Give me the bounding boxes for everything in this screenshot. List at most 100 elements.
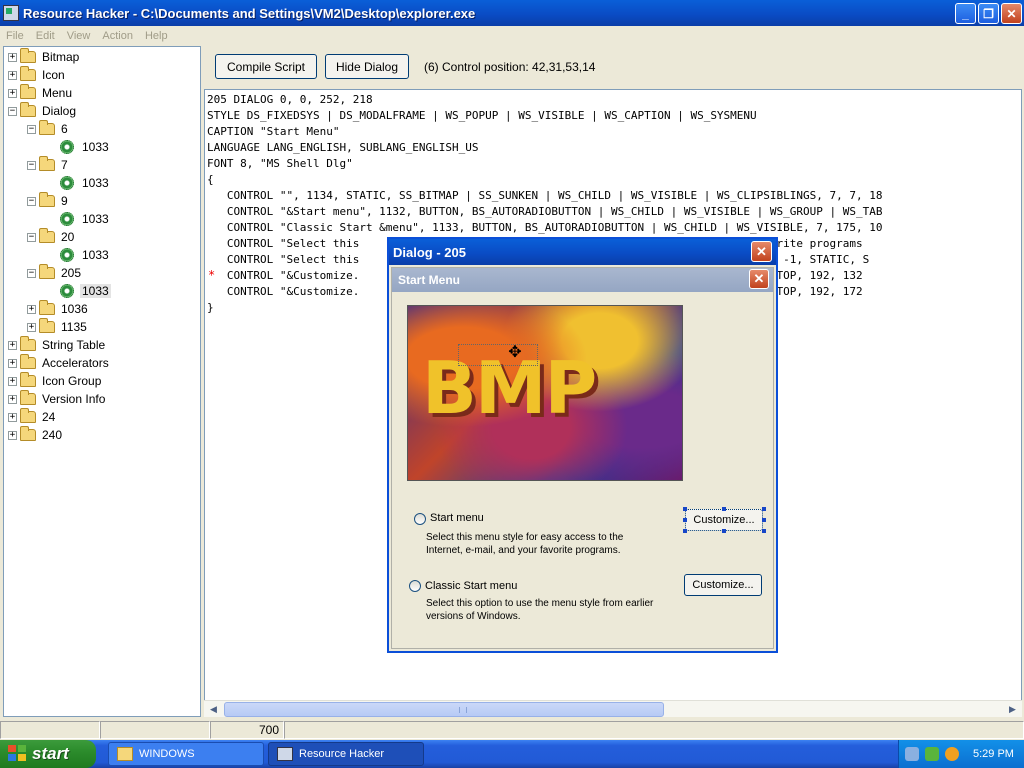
- tree-node[interactable]: + Icon: [8, 66, 67, 84]
- network-icon[interactable]: [905, 747, 919, 761]
- tree-node-label[interactable]: 1033: [80, 248, 111, 262]
- tree-node-label[interactable]: Icon Group: [40, 374, 103, 388]
- tree-node[interactable]: + Accelerators: [8, 354, 111, 372]
- tree-node-label[interactable]: 24: [40, 410, 57, 424]
- tree-expander-icon[interactable]: +: [8, 394, 17, 404]
- tree-node[interactable]: + Icon Group: [8, 372, 103, 390]
- tree-node-label[interactable]: 1135: [59, 320, 89, 334]
- bitmap-control[interactable]: BMP ✥: [407, 305, 683, 481]
- tree-node-label[interactable]: Version Info: [40, 392, 107, 406]
- tree-node[interactable]: + Version Info: [8, 390, 107, 408]
- tree-node-label[interactable]: 205: [59, 266, 83, 280]
- selection-handle[interactable]: [762, 507, 766, 511]
- tree-expander-icon[interactable]: +: [8, 70, 17, 80]
- app-icon[interactable]: [3, 5, 19, 21]
- start-menu-title-bar[interactable]: Start Menu ✕: [392, 268, 773, 292]
- hide-dialog-button[interactable]: Hide Dialog: [325, 54, 409, 79]
- tree-node[interactable]: + Bitmap: [8, 48, 81, 66]
- tree-node-label[interactable]: String Table: [40, 338, 107, 352]
- close-button[interactable]: ✕: [1001, 3, 1022, 24]
- tree-expander-icon[interactable]: +: [8, 376, 17, 386]
- classic-start-menu-radio[interactable]: [409, 580, 421, 592]
- search-icon[interactable]: [945, 747, 959, 761]
- menu-action[interactable]: Action: [96, 30, 139, 42]
- customize-button-2[interactable]: Customize...: [684, 574, 762, 596]
- customize-button-1[interactable]: Customize...: [685, 509, 763, 531]
- tree-node[interactable]: + Menu: [8, 84, 74, 102]
- tree-node-label[interactable]: Menu: [40, 86, 74, 100]
- tree-expander-icon[interactable]: −: [27, 232, 36, 242]
- tree-node[interactable]: − 20: [27, 228, 76, 246]
- dialog-close-button[interactable]: ✕: [751, 241, 772, 262]
- minimize-button[interactable]: _: [955, 3, 976, 24]
- start-button[interactable]: start: [0, 740, 96, 768]
- tree-expander-icon[interactable]: +: [8, 340, 17, 350]
- tree-node[interactable]: −7: [27, 156, 70, 174]
- tree-expander-icon[interactable]: −: [27, 160, 36, 170]
- selection-handle[interactable]: [722, 507, 726, 511]
- tree-node[interactable]: + String Table: [8, 336, 107, 354]
- title-bar[interactable]: Resource Hacker - C:\Documents and Setti…: [0, 0, 1024, 26]
- tree-node-label[interactable]: 6: [59, 122, 70, 136]
- tree-node-label[interactable]: 240: [40, 428, 64, 442]
- dialog-title-bar[interactable]: Dialog - 205 ✕: [389, 239, 776, 265]
- horizontal-scrollbar[interactable]: ◀ ▶: [204, 700, 1022, 717]
- start-menu-option-label[interactable]: Start menu: [430, 512, 484, 524]
- tree-expander-icon[interactable]: +: [27, 304, 36, 314]
- tree-node-label[interactable]: 20: [59, 230, 76, 244]
- tree-node-label[interactable]: 9: [59, 194, 70, 208]
- tree-node[interactable]: +1135: [27, 318, 89, 336]
- tree-node[interactable]: +24: [8, 408, 57, 426]
- selection-handle[interactable]: [762, 518, 766, 522]
- tree-expander-icon[interactable]: −: [8, 106, 17, 116]
- tree-expander-icon[interactable]: −: [27, 196, 36, 206]
- tree-expander-icon[interactable]: +: [8, 88, 17, 98]
- menu-view[interactable]: View: [61, 30, 97, 42]
- tree-node[interactable]: 1033: [60, 282, 111, 300]
- tree-node-label[interactable]: Accelerators: [40, 356, 111, 370]
- menu-edit[interactable]: Edit: [30, 30, 61, 42]
- tree-node-label[interactable]: Dialog: [40, 104, 78, 118]
- tree-expander-icon[interactable]: +: [8, 52, 17, 62]
- tree-expander-icon[interactable]: +: [8, 430, 17, 440]
- tree-expander-icon[interactable]: +: [27, 322, 36, 332]
- tree-node[interactable]: +240: [8, 426, 64, 444]
- tree-node[interactable]: 1033: [60, 210, 111, 228]
- clock[interactable]: 5:29 PM: [973, 748, 1014, 760]
- selection-handle[interactable]: [683, 507, 687, 511]
- tree-node-label[interactable]: 1036: [59, 302, 90, 316]
- tree-node-label[interactable]: 1033: [80, 284, 111, 298]
- tree-expander-icon[interactable]: −: [27, 124, 36, 134]
- tree-node-label[interactable]: 1033: [80, 212, 111, 226]
- tree-node[interactable]: − Dialog: [8, 102, 78, 120]
- tree-node[interactable]: 1033: [60, 138, 111, 156]
- tree-node-label[interactable]: 1033: [80, 140, 111, 154]
- tree-node[interactable]: −6: [27, 120, 70, 138]
- classic-start-menu-option-label[interactable]: Classic Start menu: [425, 580, 517, 592]
- tree-expander-icon[interactable]: +: [8, 358, 17, 368]
- selection-handle[interactable]: [722, 529, 726, 533]
- selection-handle[interactable]: [762, 529, 766, 533]
- menu-file[interactable]: File: [0, 30, 30, 42]
- tree-node[interactable]: +1036: [27, 300, 90, 318]
- tree-node-label[interactable]: 1033: [80, 176, 111, 190]
- menu-help[interactable]: Help: [139, 30, 174, 42]
- tree-node[interactable]: − 205: [27, 264, 83, 282]
- task-resource-hacker[interactable]: Resource Hacker: [268, 742, 424, 766]
- start-menu-radio[interactable]: [414, 513, 426, 525]
- scroll-right-arrow-icon[interactable]: ▶: [1005, 702, 1020, 717]
- selection-handle[interactable]: [683, 518, 687, 522]
- tree-expander-icon[interactable]: +: [8, 412, 17, 422]
- selection-handle[interactable]: [683, 529, 687, 533]
- tree-expander-icon[interactable]: −: [27, 268, 36, 278]
- resource-tree[interactable]: + Bitmap + Icon + Menu − Dialog −6 1033−7 1033−9 10…: [3, 46, 201, 717]
- compile-script-button[interactable]: Compile Script: [215, 54, 317, 79]
- tree-node[interactable]: 1033: [60, 246, 111, 264]
- maximize-button[interactable]: ❐: [978, 3, 999, 24]
- scroll-thumb[interactable]: [224, 702, 664, 717]
- security-icon[interactable]: [925, 747, 939, 761]
- dialog-preview-window[interactable]: Dialog - 205 ✕ Start Menu ✕ BMP ✥ Start …: [387, 237, 778, 653]
- tree-node[interactable]: −9: [27, 192, 70, 210]
- tree-node[interactable]: 1033: [60, 174, 111, 192]
- task-windows[interactable]: WINDOWS: [108, 742, 264, 766]
